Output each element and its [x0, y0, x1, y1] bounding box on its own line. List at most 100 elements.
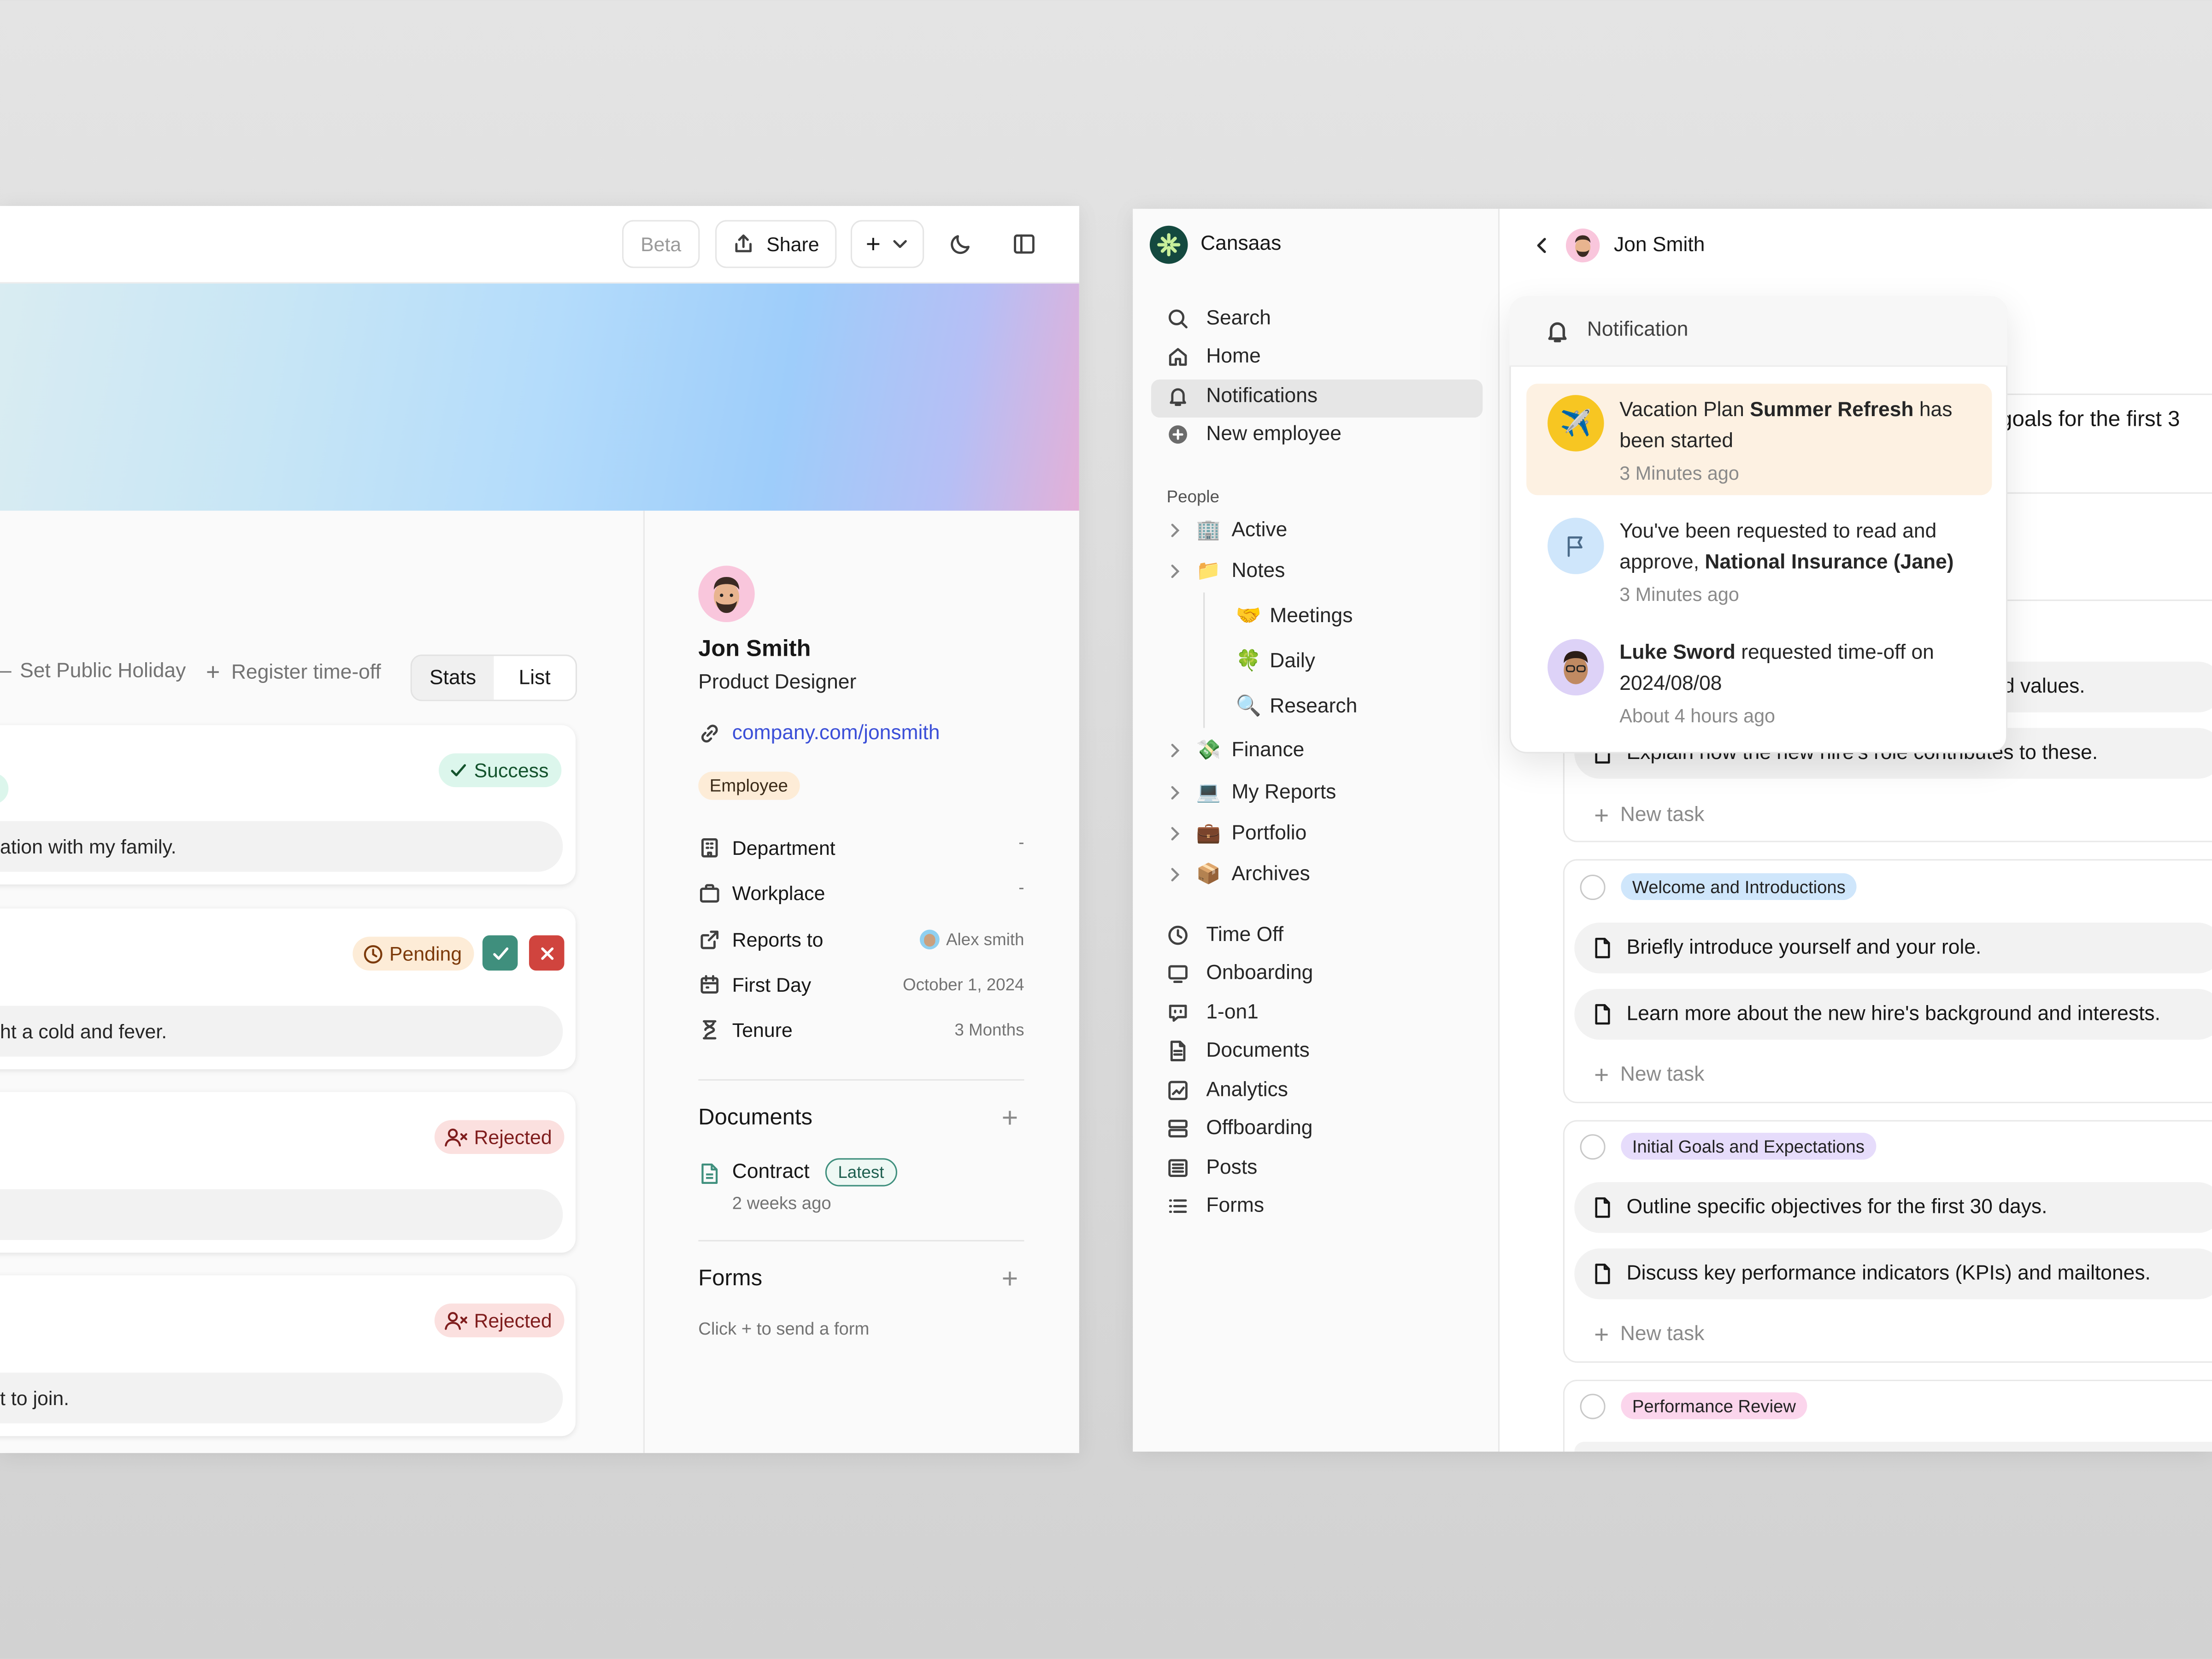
field-value[interactable]: Alex smith: [919, 930, 1024, 950]
cover-banner: [0, 283, 1079, 511]
profile-link[interactable]: company.com/jonsmith: [698, 722, 940, 745]
timeoff-card[interactable]: Success ation with my family.: [0, 725, 576, 885]
task-text: Outline specific objectives for the firs…: [1626, 1196, 2047, 1219]
tree-item-my-reports[interactable]: 💻 My Reports: [1165, 780, 1336, 804]
tree-item-active[interactable]: 🏢 Active: [1165, 518, 1287, 541]
nav-label: Offboarding: [1206, 1117, 1313, 1140]
nav-offboarding[interactable]: Offboarding: [1167, 1117, 1313, 1140]
chevron-right-icon[interactable]: [1165, 864, 1185, 884]
monitor-icon: [1168, 965, 1188, 983]
set-holiday-link[interactable]: Set Public Holiday: [20, 660, 186, 683]
nav-posts[interactable]: Posts: [1167, 1157, 1258, 1180]
task-row[interactable]: Outline specific objectives for the firs…: [1574, 1182, 2212, 1233]
register-timeoff-label: Register time-off: [231, 661, 381, 684]
group-checkbox[interactable]: [1580, 1394, 1606, 1419]
tree-item-meetings[interactable]: 🤝 Meetings: [1236, 604, 1353, 628]
clock-icon: [1168, 925, 1188, 945]
register-timeoff-button[interactable]: + Register time-off: [206, 660, 381, 684]
group-checkbox[interactable]: [1580, 874, 1606, 900]
approve-button[interactable]: [482, 935, 518, 971]
tree-label: Portfolio: [1231, 822, 1307, 845]
tree-item-finance[interactable]: 💸 Finance: [1165, 738, 1304, 762]
app-name: Cansaas: [1200, 233, 1282, 256]
nav-home[interactable]: Home: [1167, 346, 1261, 368]
tree-item-archives[interactable]: 📦 Archives: [1165, 862, 1310, 886]
nav-new-employee[interactable]: New employee: [1167, 423, 1341, 446]
tree-item-notes[interactable]: 📁 Notes: [1165, 559, 1285, 582]
chevron-right-icon[interactable]: [1165, 520, 1185, 540]
task-row[interactable]: Learn more about the new hire's backgrou…: [1574, 988, 2212, 1040]
chevron-right-icon[interactable]: [1165, 740, 1185, 760]
forms-hint: Click + to send a form: [698, 1319, 870, 1339]
document-icon: [700, 1162, 719, 1185]
new-task-button[interactable]: + New task: [1594, 803, 1704, 828]
tab-list[interactable]: List: [494, 656, 576, 700]
add-form-button[interactable]: +: [1001, 1265, 1018, 1294]
timeoff-card[interactable]: Pending ht a cold and fever.: [0, 908, 576, 1070]
field-tenure: Tenure 3 Months: [698, 1013, 1024, 1047]
add-document-button[interactable]: +: [1001, 1105, 1018, 1133]
tab-stats[interactable]: Stats: [412, 656, 494, 700]
chevron-right-icon[interactable]: [1165, 823, 1185, 843]
nav-label: Posts: [1206, 1157, 1258, 1180]
profile-url[interactable]: company.com/jonsmith: [732, 722, 940, 745]
hourglass-icon: [703, 1020, 717, 1040]
nav-notifications[interactable]: Notifications: [1167, 385, 1318, 408]
tree-label: Daily: [1270, 649, 1315, 672]
group-checkbox[interactable]: [1580, 1134, 1606, 1160]
documents-heading: Documents: [698, 1106, 813, 1130]
dark-mode-toggle[interactable]: [948, 231, 973, 257]
tree-item-daily[interactable]: 🍀 Daily: [1236, 649, 1315, 673]
reports-to-name: Alex smith: [946, 930, 1024, 950]
status-badge: Rejected: [434, 1303, 565, 1338]
group-tag: Performance Review: [1621, 1392, 1807, 1419]
nav-forms[interactable]: Forms: [1167, 1194, 1265, 1218]
nav-1-on1[interactable]: 1-on1: [1167, 1001, 1259, 1024]
task-row[interactable]: Discuss key performance indicators (KPIs…: [1574, 1248, 2212, 1300]
task-text: Briefly introduce yourself and your role…: [1626, 936, 1982, 959]
tree-item-research[interactable]: 🔍 Research: [1236, 694, 1358, 718]
nav-onboarding[interactable]: Onboarding: [1167, 962, 1313, 985]
nav-label: Forms: [1206, 1194, 1265, 1218]
nav-time-off[interactable]: Time Off: [1167, 924, 1283, 947]
share-button[interactable]: Share: [715, 220, 837, 268]
link-icon: [701, 724, 718, 743]
nav-documents[interactable]: Documents: [1167, 1040, 1310, 1062]
back-button[interactable]: [1532, 235, 1552, 255]
holiday-action[interactable]: – Set Public Holiday: [0, 660, 186, 683]
money-emoji-icon: 💸: [1196, 738, 1221, 760]
plus-icon: +: [1594, 1320, 1609, 1349]
timeoff-card[interactable]: Rejected t to join.: [0, 1275, 576, 1436]
add-dropdown-button[interactable]: +: [850, 220, 924, 268]
nav-label: Onboarding: [1206, 962, 1313, 985]
header-name: Jon Smith: [1614, 234, 1705, 257]
tree-item-portfolio[interactable]: 💼 Portfolio: [1165, 821, 1307, 845]
memoji-avatar: [1564, 651, 1588, 684]
divider: [643, 511, 645, 1453]
search-icon: [1168, 309, 1188, 329]
plus-icon: +: [206, 659, 220, 686]
nav-analytics[interactable]: Analytics: [1167, 1079, 1288, 1102]
reject-button[interactable]: [529, 935, 565, 971]
chevron-right-icon[interactable]: [1165, 782, 1185, 802]
notification-header: [1509, 296, 2008, 367]
nav-label: Notifications: [1206, 385, 1318, 408]
new-task-button[interactable]: + New task: [1594, 1062, 1704, 1088]
field-first-day: First Day October 1, 2024: [698, 968, 1024, 1001]
timeoff-card[interactable]: Rejected: [0, 1092, 576, 1253]
memoji-avatar: [1575, 235, 1591, 257]
task-row[interactable]: Briefly introduce yourself and your role…: [1574, 923, 2212, 974]
sidebar-icon: [1014, 234, 1035, 254]
status-dot: [0, 773, 9, 804]
document-name[interactable]: Contract: [732, 1161, 810, 1183]
nav-search[interactable]: Search: [1167, 307, 1271, 330]
chevron-left-icon: [1537, 238, 1546, 253]
new-task-button[interactable]: + New task: [1594, 1322, 1704, 1347]
chevron-right-icon[interactable]: [1165, 561, 1185, 581]
sidebar-toggle[interactable]: [1012, 231, 1037, 257]
field-value: -: [1018, 877, 1024, 897]
beta-button[interactable]: Beta: [622, 220, 700, 268]
status-label: Rejected: [474, 1309, 552, 1332]
handshake-emoji-icon: 🤝: [1235, 605, 1261, 628]
status-label: Rejected: [474, 1125, 552, 1148]
